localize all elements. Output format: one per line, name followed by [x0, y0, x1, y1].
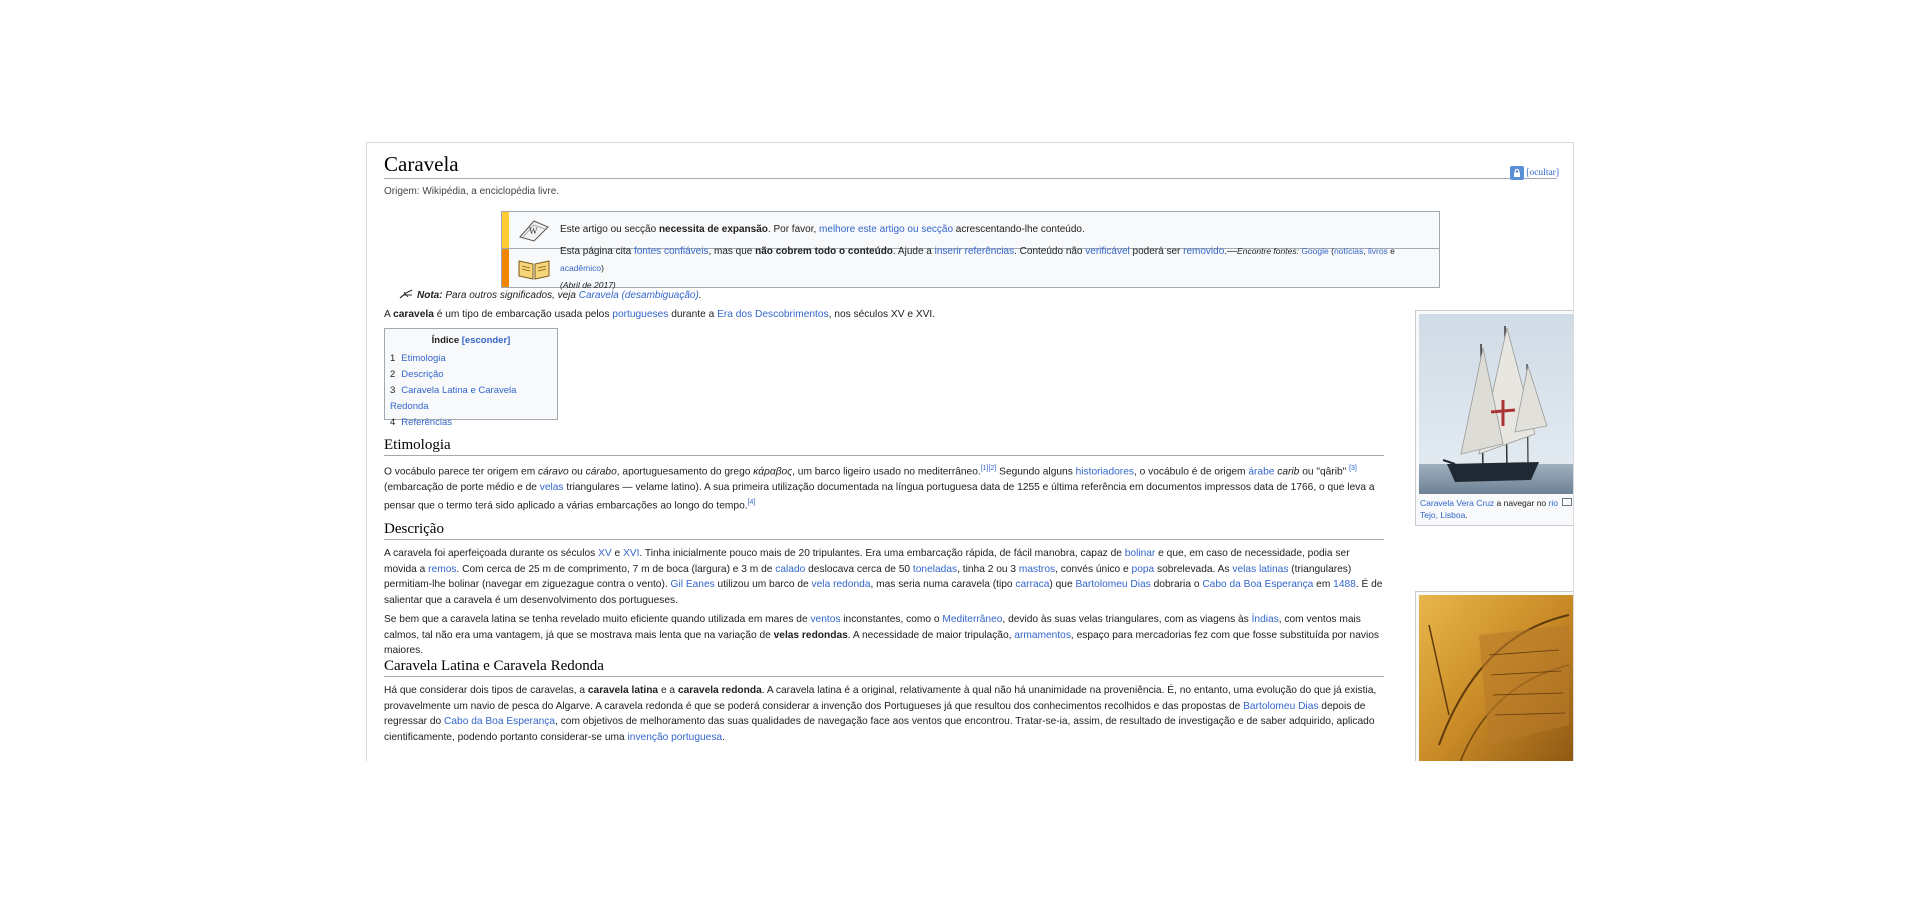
inline-link[interactable]: Bartolomeu Dias [1243, 701, 1318, 712]
heading-descricao: Descrição [384, 519, 1384, 540]
heading-etimologia: Etimologia [384, 435, 1384, 456]
inline-link[interactable]: vela redonda [812, 579, 871, 590]
velas-link[interactable]: velas [540, 482, 564, 493]
inline-link[interactable]: calado [775, 564, 805, 575]
inline-link[interactable]: invenção portuguesa [628, 732, 723, 743]
inline-link[interactable]: carraca [1015, 579, 1049, 590]
article-frame: Caravela [ocultar] Origem: Wikipédia, a … [366, 142, 1574, 761]
sources-notice-text: Esta página cita fontes confiáveis, mas … [560, 245, 1395, 290]
latina-paragraph: Há que considerar dois tipos de caravela… [384, 685, 1377, 743]
vera-cruz-link[interactable]: Caravela Vera Cruz [1420, 498, 1494, 508]
google-link[interactable]: Google [1301, 246, 1328, 256]
inline-link[interactable]: ventos [810, 614, 840, 625]
expand-notice-text: Este artigo ou secção necessita de expan… [560, 224, 1085, 235]
inline-link[interactable]: remos [428, 564, 456, 575]
inline-link[interactable]: bolinar [1125, 548, 1156, 559]
descricao-paragraph-2: Se bem que a caravela latina se tenha re… [384, 614, 1379, 656]
notice-date: (Abril de 2017) [560, 279, 616, 290]
svg-text:W: W [529, 226, 538, 236]
improve-article-link[interactable]: melhore este artigo ou secção [819, 224, 953, 235]
reliable-sources-link[interactable]: fontes confiáveis [634, 246, 709, 257]
insert-refs-link[interactable]: inserir referências [935, 246, 1014, 257]
hide-link[interactable]: [ocultar] [1526, 159, 1559, 187]
toc-item[interactable]: 4 Referências [390, 415, 557, 431]
hide-control[interactable]: [ocultar] [1510, 159, 1559, 187]
inline-link[interactable]: XV [598, 548, 612, 559]
arabe-link[interactable]: árabe [1248, 466, 1274, 477]
inline-link[interactable]: XVI [623, 548, 639, 559]
enlarge-icon[interactable] [1562, 498, 1572, 506]
toc-item[interactable]: 1 Etimologia [390, 351, 557, 367]
inline-link[interactable]: armamentos [1014, 630, 1071, 641]
wikipedia-expand-icon: W [510, 217, 558, 243]
inline-link[interactable]: velas latinas [1232, 564, 1288, 575]
lock-icon[interactable] [1510, 166, 1525, 180]
intro-paragraph: A caravela é um tipo de embarcação usada… [384, 309, 936, 320]
academic-link[interactable]: acadêmico [560, 263, 601, 273]
inline-link[interactable]: 1488 [1333, 579, 1356, 590]
descricao-paragraph-1: A caravela foi aperfeiçoada durante os s… [384, 548, 1383, 606]
caravel-painting[interactable] [1419, 595, 1573, 761]
heading-latina-redonda: Caravela Latina e Caravela Redonda [384, 656, 1384, 677]
disambig-icon [399, 289, 413, 302]
toc-item[interactable]: 2 Descrição [390, 367, 557, 383]
inline-link[interactable]: Índias [1252, 614, 1279, 625]
toc-toggle[interactable]: [esconder] [462, 335, 511, 346]
era-descobrimentos-link[interactable]: Era dos Descobrimentos [717, 309, 829, 320]
inline-link[interactable]: Mediterrâneo [942, 614, 1002, 625]
removed-link[interactable]: removido [1183, 246, 1224, 257]
inline-link[interactable]: Bartolomeu Dias [1075, 579, 1150, 590]
toc-item[interactable]: 3 Caravela Latina e Caravela Redonda [390, 383, 557, 415]
books-link[interactable]: livros [1368, 246, 1388, 256]
inline-link[interactable]: Cabo da Boa Esperança [444, 716, 555, 727]
toc-list: 1 Etimologia 2 Descrição 3 Caravela Latina … [390, 351, 557, 431]
table-of-contents: Índice [esconder] 1 Etimologia 2 Descrição… [384, 328, 558, 428]
hatnote: Nota: Para outros significados, veja Car… [399, 289, 702, 302]
inline-link[interactable]: mastros [1019, 564, 1055, 575]
notice-bar [502, 212, 509, 248]
ref-link[interactable]: [3] [1349, 465, 1357, 472]
historiadores-link[interactable]: historiadores [1076, 466, 1134, 477]
thumbnail-caption: Caravela Vera Cruz a navegar no rio Tejo… [1420, 497, 1572, 521]
notice-bar [502, 249, 509, 287]
news-link[interactable]: notícias [1334, 246, 1363, 256]
page-title: Caravela [ocultar] [384, 150, 1559, 180]
disambig-link[interactable]: Caravela (desambiguação) [579, 290, 699, 301]
thumbnail-vera-cruz: Caravela Vera Cruz a navegar no rio Tejo… [1415, 310, 1573, 526]
ref-link[interactable]: [1] [981, 465, 989, 472]
site-sub: Origem: Wikipédia, a enciclopédia livre. [384, 186, 560, 197]
page-title-text: Caravela [384, 152, 459, 176]
etimologia-paragraph: O vocábulo parece ter origem em cáravo o… [384, 465, 1375, 512]
caravel-photo[interactable] [1419, 314, 1573, 494]
inline-link[interactable]: Gil Eanes [671, 579, 715, 590]
toc-header: Índice [esconder] [431, 335, 511, 346]
ref-link[interactable]: [4] [748, 499, 756, 506]
inline-link[interactable]: toneladas [913, 564, 957, 575]
thumbnail-painting [1415, 591, 1573, 761]
book-icon [510, 255, 558, 281]
portugueses-link[interactable]: portugueses [612, 309, 668, 320]
sources-notice: Esta página cita fontes confiáveis, mas … [501, 246, 1440, 290]
verifiable-link[interactable]: verificável [1085, 246, 1129, 257]
inline-link[interactable]: popa [1132, 564, 1155, 575]
inline-link[interactable]: Cabo da Boa Esperança [1202, 579, 1313, 590]
